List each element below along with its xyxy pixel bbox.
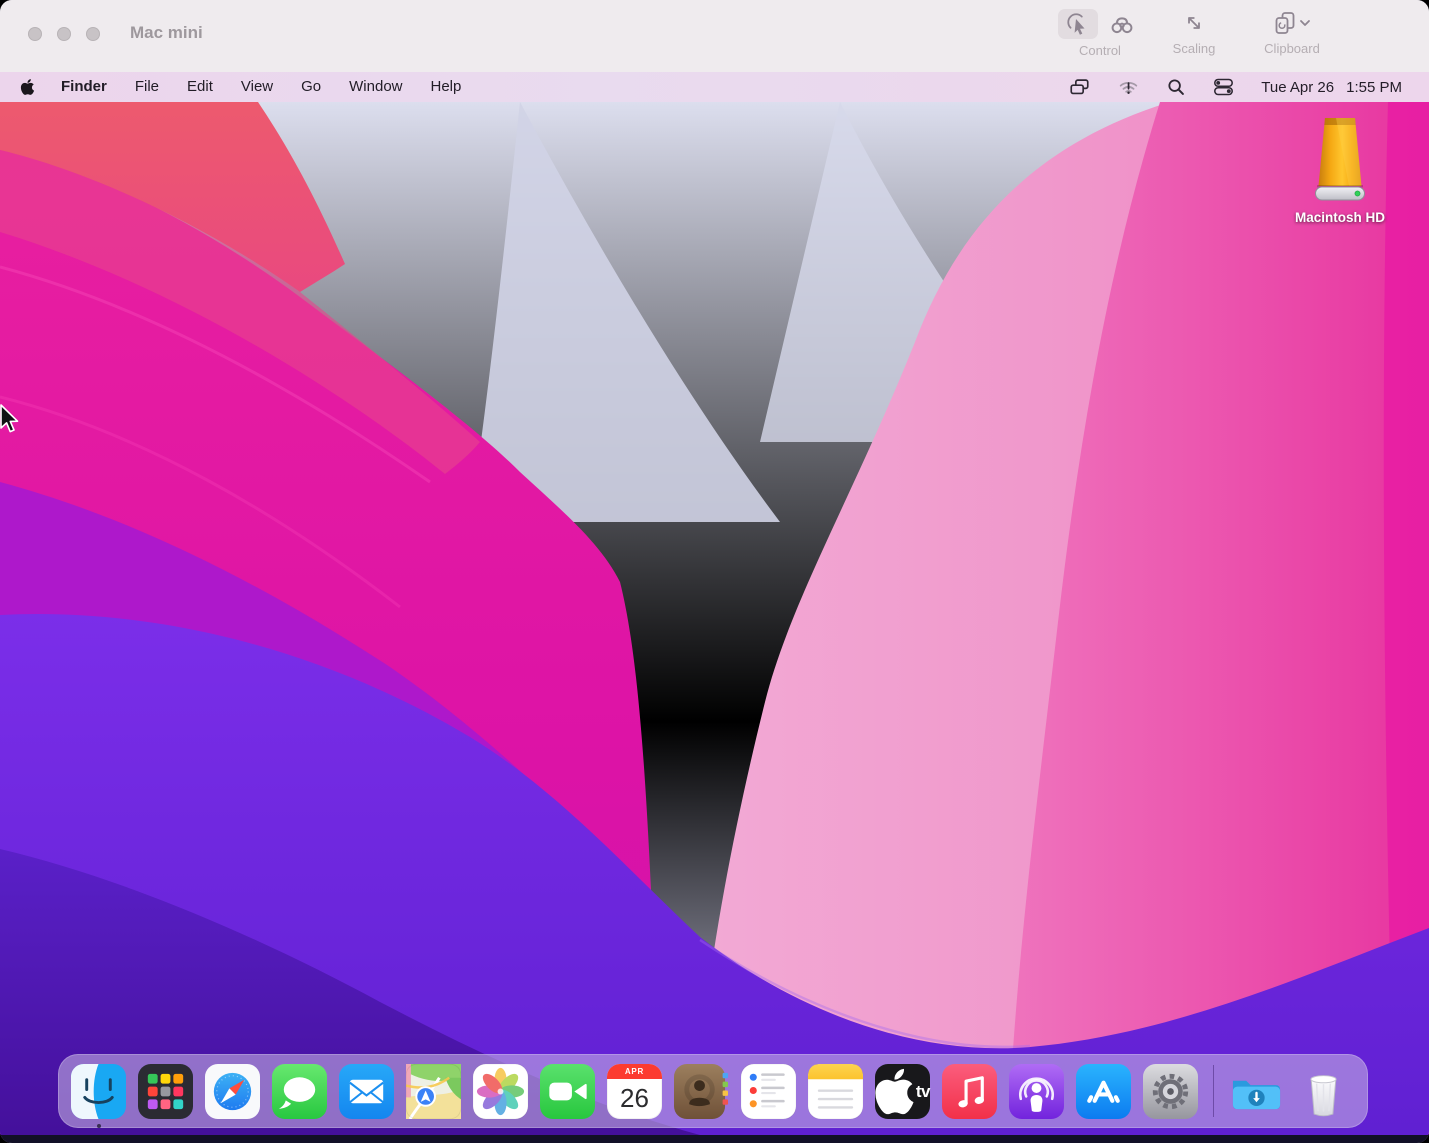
window-title: Mac mini: [130, 23, 203, 43]
zoom-button[interactable]: [86, 27, 100, 41]
control-mode-button[interactable]: [1058, 9, 1098, 39]
facetime-icon: [540, 1064, 595, 1119]
safari-icon: [205, 1064, 260, 1119]
close-button[interactable]: [28, 27, 42, 41]
tv-icon: tv: [875, 1064, 930, 1119]
screen-bottom-strip: [0, 1135, 1429, 1143]
mouse-cursor: [0, 404, 23, 436]
music-icon: [942, 1064, 997, 1119]
photos-icon: [473, 1064, 528, 1119]
dock-item-contacts[interactable]: [674, 1064, 729, 1119]
dock-item-reminders[interactable]: [741, 1064, 796, 1119]
scaling-button[interactable]: [1174, 8, 1214, 38]
podcasts-icon: [1009, 1064, 1064, 1119]
dock-item-system-preferences[interactable]: [1143, 1064, 1198, 1119]
dock-item-photos[interactable]: [473, 1064, 528, 1119]
menu-bar: Finder File Edit View Go Window Help: [0, 72, 1429, 102]
scaling-diagonal-arrows-icon: [1182, 11, 1206, 35]
dock-item-launchpad[interactable]: [138, 1064, 193, 1119]
observe-mode-button[interactable]: [1102, 9, 1142, 39]
menu-file[interactable]: File: [121, 72, 173, 102]
trash-icon: [1296, 1064, 1351, 1119]
clipboard-label: Clipboard: [1264, 41, 1320, 56]
menu-go[interactable]: Go: [287, 72, 335, 102]
dock-separator: [1213, 1065, 1214, 1117]
screen-mirroring-icon[interactable]: [1068, 76, 1091, 98]
menu-help[interactable]: Help: [417, 72, 476, 102]
dock-item-app-store[interactable]: [1076, 1064, 1131, 1119]
clipboard-icon: [1272, 10, 1298, 36]
apple-logo-icon: [20, 78, 35, 96]
dock-item-podcasts[interactable]: [1009, 1064, 1064, 1119]
messages-icon: [272, 1064, 327, 1119]
reminders-icon: [741, 1064, 796, 1119]
traffic-lights: [28, 27, 100, 41]
dock-item-tv[interactable]: tv: [875, 1064, 930, 1119]
clipboard-tool-group: Clipboard: [1240, 8, 1344, 56]
clipboard-button[interactable]: [1261, 8, 1323, 38]
desktop-icon-label: Macintosh HD: [1295, 210, 1385, 225]
scaling-tool-group: Scaling: [1148, 8, 1240, 56]
menu-bar-status: Tue Apr 26 1:55 PM: [1068, 72, 1429, 102]
desktop-wallpaper: [0, 102, 1429, 1135]
launchpad-icon: [138, 1064, 193, 1119]
hard-drive-icon: [1305, 116, 1375, 206]
dock-item-music[interactable]: [942, 1064, 997, 1119]
running-indicator: [97, 1124, 101, 1128]
system-preferences-icon: [1143, 1064, 1198, 1119]
dock-item-mail[interactable]: [339, 1064, 394, 1119]
dock-item-finder[interactable]: [71, 1064, 126, 1119]
downloads-folder-icon: [1229, 1064, 1284, 1119]
calendar-icon: APR 26: [607, 1064, 662, 1119]
menu-view[interactable]: View: [227, 72, 287, 102]
calendar-month: APR: [607, 1064, 662, 1079]
menu-finder[interactable]: Finder: [47, 72, 121, 102]
binoculars-icon: [1109, 11, 1135, 37]
desktop-icon-macintosh-hd[interactable]: Macintosh HD: [1285, 116, 1395, 225]
control-tool-group: Control: [1052, 8, 1148, 58]
finder-icon: [71, 1064, 126, 1119]
menu-bar-clock[interactable]: Tue Apr 26 1:55 PM: [1261, 79, 1402, 96]
wifi-warning-icon[interactable]: [1117, 76, 1140, 98]
notes-icon: [808, 1064, 863, 1119]
control-label: Control: [1079, 43, 1121, 58]
menu-edit[interactable]: Edit: [173, 72, 227, 102]
tv-label: tv: [916, 1083, 930, 1100]
screen-sharing-window: Mac mini: [0, 0, 1429, 1143]
dock-item-messages[interactable]: [272, 1064, 327, 1119]
dock-item-downloads[interactable]: [1229, 1064, 1284, 1119]
clock-time: 1:55 PM: [1346, 79, 1402, 96]
dock-item-maps[interactable]: [406, 1064, 461, 1119]
minimize-button[interactable]: [57, 27, 71, 41]
scaling-label: Scaling: [1173, 41, 1216, 56]
drive-led: [1355, 191, 1360, 196]
calendar-day: 26: [607, 1079, 662, 1119]
apple-logo-icon: [875, 1064, 914, 1119]
chevron-down-icon: [1298, 15, 1312, 31]
dock-item-notes[interactable]: [808, 1064, 863, 1119]
window-titlebar: Mac mini: [0, 0, 1429, 73]
app-store-icon: [1076, 1064, 1131, 1119]
dock: APR 26: [58, 1054, 1368, 1128]
mail-icon: [339, 1064, 394, 1119]
menu-window[interactable]: Window: [335, 72, 416, 102]
spotlight-search-icon[interactable]: [1166, 77, 1186, 97]
control-cursor-icon: [1065, 11, 1091, 37]
apple-menu[interactable]: [18, 72, 47, 102]
contacts-icon: [674, 1064, 729, 1119]
control-center-icon[interactable]: [1212, 76, 1235, 98]
dock-item-trash[interactable]: [1296, 1064, 1351, 1119]
dock-item-safari[interactable]: [205, 1064, 260, 1119]
menu-bar-menus: Finder File Edit View Go Window Help: [0, 72, 475, 102]
maps-icon: [406, 1064, 461, 1119]
dock-item-calendar[interactable]: APR 26: [607, 1064, 662, 1119]
dock-item-facetime[interactable]: [540, 1064, 595, 1119]
screen-sharing-toolbar: Control Scaling: [1052, 8, 1344, 58]
clock-date: Tue Apr 26: [1261, 79, 1334, 96]
